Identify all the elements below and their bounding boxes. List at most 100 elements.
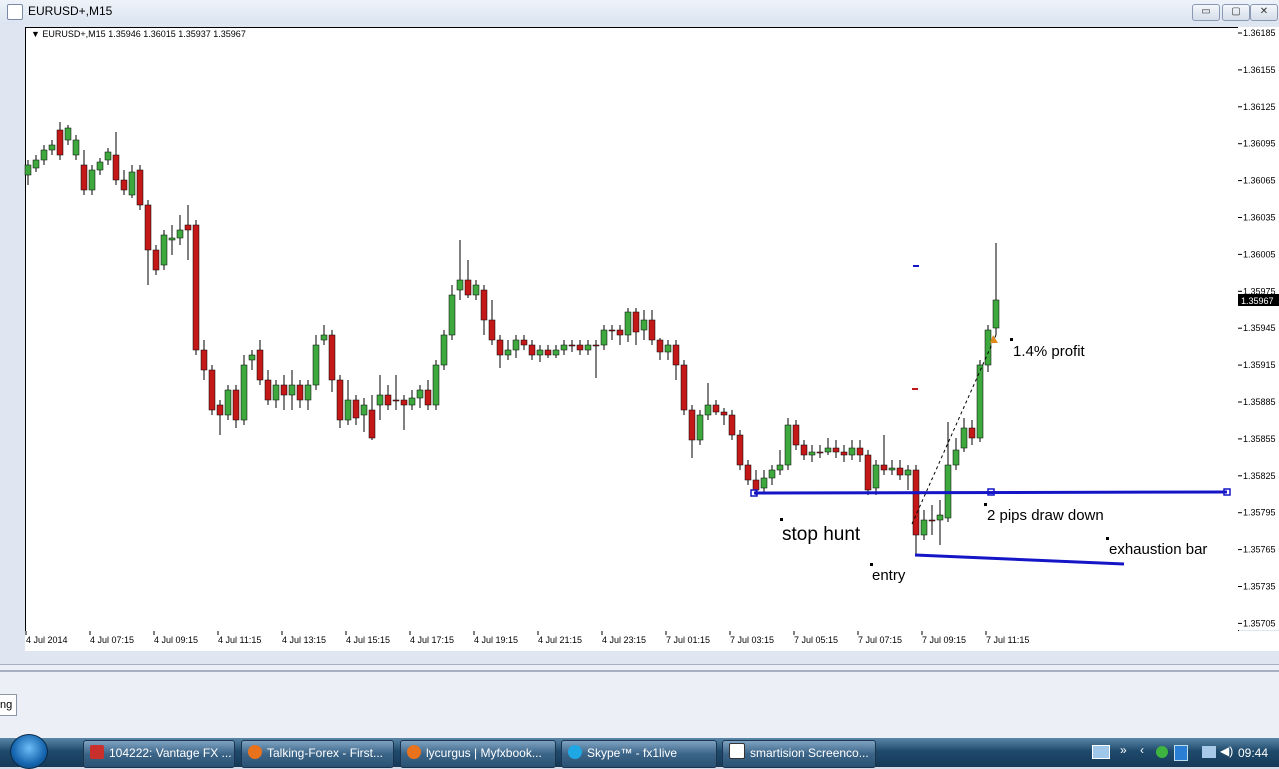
bear-candle: [912, 469, 920, 536]
time-label: 7 Jul 03:15: [730, 635, 774, 645]
price-label: 1.35945: [1243, 323, 1276, 333]
bear-candle: [528, 344, 536, 356]
taskbar-item-myfxbook[interactable]: lycurgus | Myfxbook...: [400, 740, 556, 768]
network-icon[interactable]: [1202, 746, 1216, 758]
entry-annotation[interactable]: entry: [872, 567, 906, 584]
trade-dotted-line[interactable]: [911, 334, 997, 525]
price-ticks-group: 1.36185 1.36155 1.36125 1.36095 1.36065 1.360…: [1238, 28, 1276, 628]
bull-candle: [240, 364, 248, 421]
bull-candle: [808, 451, 816, 456]
price-label: 1.36125: [1243, 102, 1276, 112]
bull-candle: [560, 344, 568, 351]
bear-candle: [352, 399, 360, 419]
bear-candle: [592, 344, 600, 347]
bull-candle: [920, 519, 928, 536]
bear-candle: [424, 389, 432, 406]
bear-candle: [208, 369, 216, 411]
taskbar-item-skype[interactable]: Skype™ - fx1live: [561, 740, 717, 768]
bear-candle: [496, 339, 504, 356]
bluetooth-icon[interactable]: [1174, 745, 1188, 761]
time-label: 4 Jul 07:15: [90, 635, 134, 645]
bull-candle: [40, 149, 48, 161]
bull-candle: [904, 469, 912, 476]
bull-candle: [312, 344, 320, 386]
chart-header: ▼ EURUSD+,M15 1.35946 1.36015 1.35937 1.…: [31, 29, 246, 39]
text-anchor-dot: [780, 518, 783, 521]
bear-candle: [544, 349, 552, 356]
bear-candle: [232, 389, 240, 421]
bull-candle: [288, 384, 296, 396]
bear-candle: [200, 349, 208, 371]
bear-candle: [296, 384, 304, 401]
bear-candle: [80, 164, 88, 191]
text-anchor-dot: [1106, 537, 1109, 540]
terminal-tab[interactable]: ng: [0, 694, 17, 716]
bull-candle: [168, 237, 176, 241]
bear-candle: [856, 447, 864, 456]
status-icon[interactable]: [1156, 746, 1168, 758]
taskbar-item-label: Talking-Forex - First...: [267, 746, 384, 760]
bull-candle: [72, 139, 80, 156]
bear-candle: [568, 344, 576, 347]
bull-candle: [272, 384, 280, 401]
bull-candle: [768, 469, 776, 479]
bull-candle: [96, 161, 104, 171]
price-label: 1.36035: [1243, 213, 1276, 223]
bull-candle: [536, 349, 544, 356]
time-label: 7 Jul 09:15: [922, 635, 966, 645]
desktop-icon[interactable]: [1092, 745, 1110, 759]
metatrader-icon: [90, 745, 104, 759]
panel-divider[interactable]: [0, 670, 1279, 672]
drawdown-annotation[interactable]: 2 pips draw down: [987, 507, 1104, 524]
bear-candle: [656, 339, 664, 353]
price-label: 1.36095: [1243, 139, 1276, 149]
taskbar-clock[interactable]: 09:44: [1238, 746, 1268, 760]
bull-candle: [24, 164, 32, 176]
toolbar-expand-icon[interactable]: »: [1120, 743, 1127, 757]
bull-candle: [760, 477, 768, 489]
stop-hunt-annotation[interactable]: stop hunt: [782, 524, 861, 545]
taskbar-item-screencast[interactable]: smartision Screenco...: [722, 740, 876, 768]
bear-candle: [120, 179, 128, 191]
screencast-icon: [729, 743, 745, 759]
bear-candle: [136, 169, 144, 206]
time-label: 7 Jul 01:15: [666, 635, 710, 645]
bull-candle: [160, 234, 168, 266]
stop-level-line[interactable]: [753, 490, 1228, 495]
bear-candle: [816, 451, 824, 454]
time-label: 4 Jul 21:15: [538, 635, 582, 645]
bull-candle: [872, 464, 880, 489]
bear-candle: [56, 129, 64, 156]
bear-candle: [256, 349, 264, 381]
taskbar-item-label: lycurgus | Myfxbook...: [426, 746, 542, 760]
bull-candle: [320, 334, 328, 341]
bull-candle: [88, 169, 96, 191]
time-label: 4 Jul 2014: [26, 635, 68, 645]
bull-candle: [440, 334, 448, 366]
taskbar-item-vantage[interactable]: 104222: Vantage FX ...: [83, 740, 235, 768]
taskbar-item-talking-forex[interactable]: Talking-Forex - First...: [241, 740, 394, 768]
bull-candle: [848, 447, 856, 456]
tray-expand-icon[interactable]: ‹: [1140, 743, 1144, 757]
time-label: 4 Jul 13:15: [282, 635, 326, 645]
volume-icon[interactable]: ◀): [1220, 744, 1233, 758]
bull-candle: [416, 389, 424, 399]
bear-candle: [792, 424, 800, 446]
bull-candle: [784, 424, 792, 466]
bear-candle: [968, 427, 976, 439]
bull-candle: [456, 279, 464, 291]
bull-candle: [600, 329, 608, 346]
firefox-icon: [248, 745, 262, 759]
bear-candle: [720, 411, 728, 416]
profit-annotation[interactable]: 1.4% profit: [1013, 343, 1086, 360]
exhaustion-annotation[interactable]: exhaustion bar: [1109, 541, 1207, 558]
bull-candle: [32, 159, 40, 169]
bull-candle: [888, 467, 896, 471]
bull-candle: [104, 151, 112, 161]
bull-candle: [992, 299, 1000, 329]
candlestick-chart[interactable]: 1.36185 1.36155 1.36125 1.36095 1.36065 1.360…: [0, 0, 1279, 664]
start-button[interactable]: [10, 734, 48, 769]
exhaustion-trend-line[interactable]: [914, 553, 1125, 566]
bear-candle: [712, 404, 720, 413]
time-label: 7 Jul 07:15: [858, 635, 902, 645]
